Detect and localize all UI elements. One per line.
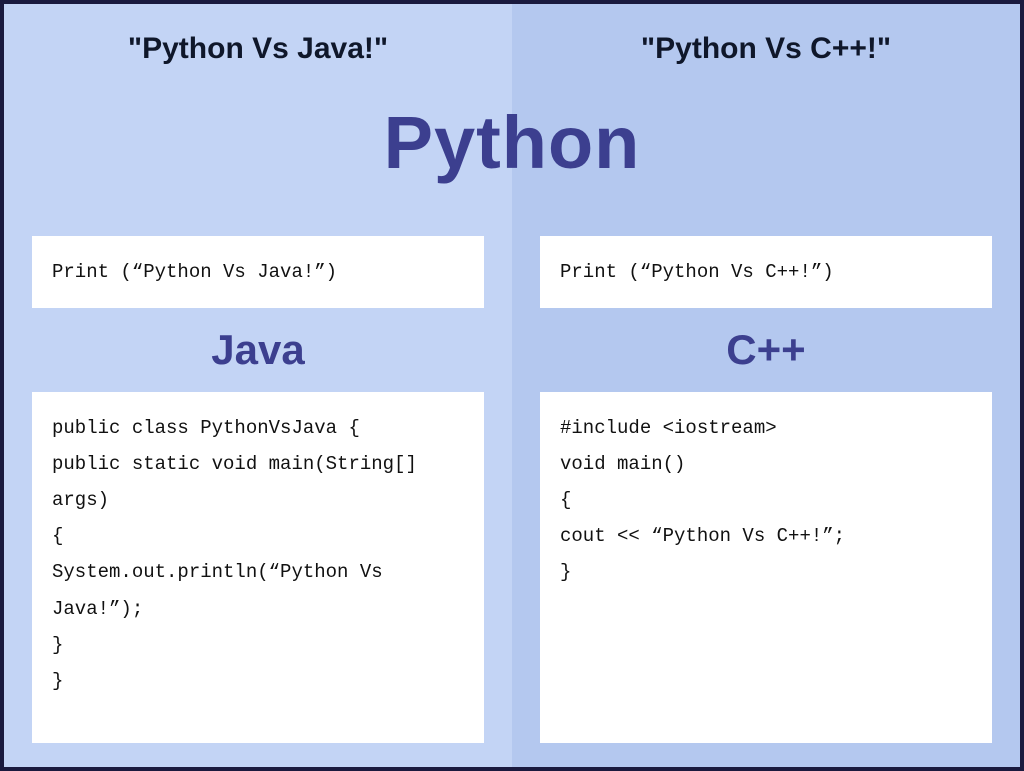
right-title: "Python Vs C++!" <box>540 32 992 66</box>
left-title: "Python Vs Java!" <box>32 32 484 66</box>
cpp-label: C++ <box>540 326 992 374</box>
python-code-right: Print (“Python Vs C++!”) <box>540 236 992 308</box>
java-code-box: public class PythonVsJava { public stati… <box>32 392 484 743</box>
spacer <box>540 66 992 236</box>
left-column: "Python Vs Java!" Print (“Python Vs Java… <box>4 4 512 767</box>
java-label: Java <box>32 326 484 374</box>
spacer <box>32 66 484 236</box>
comparison-frame: "Python Vs Java!" Print (“Python Vs Java… <box>0 0 1024 771</box>
cpp-code-box: #include <iostream> void main() { cout <… <box>540 392 992 743</box>
python-code-left: Print (“Python Vs Java!”) <box>32 236 484 308</box>
right-column: "Python Vs C++!" Print (“Python Vs C++!”… <box>512 4 1020 767</box>
